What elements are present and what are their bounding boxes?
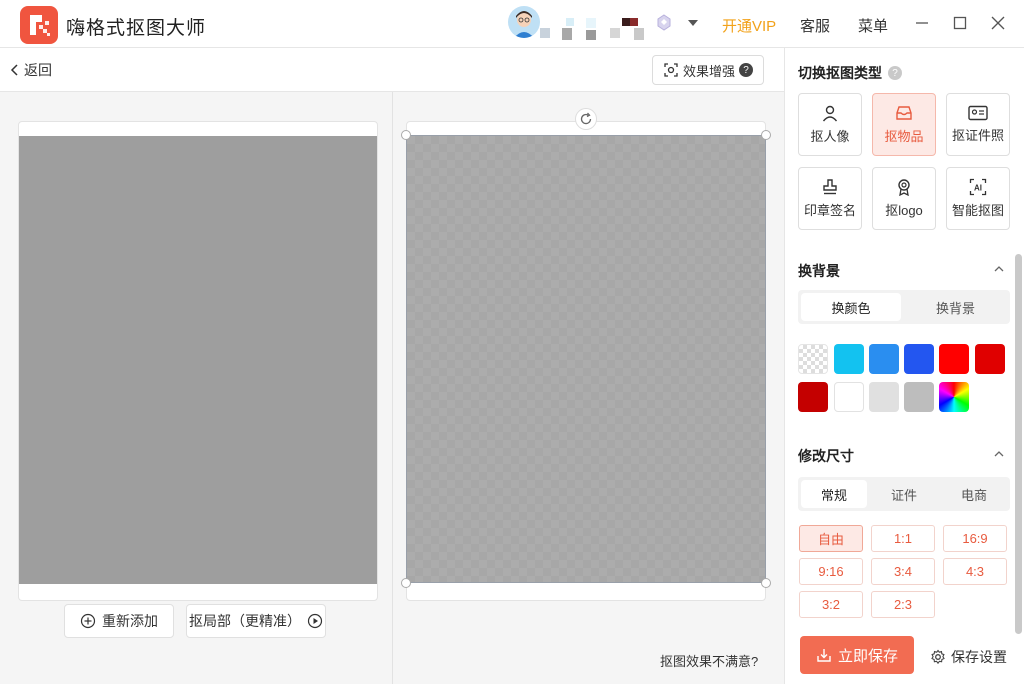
- original-image-card: [18, 121, 378, 601]
- swatch-gray[interactable]: [904, 382, 934, 412]
- swatch-light-blue[interactable]: [869, 344, 899, 374]
- id-card-icon: [968, 105, 988, 121]
- chevron-up-icon[interactable]: [994, 264, 1004, 274]
- cutout-type-stamp[interactable]: 印章签名: [798, 167, 862, 230]
- gear-icon: [931, 649, 945, 665]
- swatch-transparent[interactable]: [798, 344, 828, 374]
- swatch-light-gray[interactable]: [869, 382, 899, 412]
- rotate-icon[interactable]: [575, 108, 597, 130]
- size-9-16[interactable]: 9:16: [799, 558, 863, 585]
- tab-general[interactable]: 常规: [801, 480, 867, 508]
- menu-link[interactable]: 菜单: [858, 15, 888, 36]
- help-icon[interactable]: ?: [739, 63, 753, 77]
- play-circle-icon: [307, 613, 323, 629]
- ai-icon: AI: [969, 178, 987, 196]
- save-settings-button[interactable]: 保存设置: [930, 647, 1007, 667]
- back-button[interactable]: 返回: [10, 60, 52, 80]
- cutout-type-label: 智能抠图: [951, 203, 1004, 218]
- download-icon: [817, 649, 831, 662]
- open-vip-link[interactable]: 开通VIP: [722, 15, 776, 36]
- cutout-type-label: 抠人像: [810, 129, 850, 144]
- swatch-blue[interactable]: [904, 344, 934, 374]
- size-3-2[interactable]: 3:2: [799, 591, 863, 618]
- cutout-type-label: 印章签名: [803, 203, 856, 218]
- resize-handle-bottom-right[interactable]: [761, 578, 771, 588]
- svg-text:AI: AI: [974, 184, 982, 193]
- unsatisfied-link[interactable]: 抠图效果不满意?: [660, 651, 758, 670]
- person-icon: [822, 105, 838, 122]
- cutout-type-label: 抠物品: [884, 129, 924, 144]
- vip-badge-icon: [656, 14, 672, 32]
- panel-scrollbar[interactable]: [1015, 254, 1022, 634]
- cutout-type-title-text: 切换抠图类型: [798, 65, 882, 81]
- help-icon[interactable]: ?: [888, 66, 902, 80]
- cutout-type-label: 抠证件照: [951, 128, 1004, 143]
- swatch-white[interactable]: [834, 382, 864, 412]
- size-16-9[interactable]: 16:9: [943, 525, 1007, 552]
- cutout-type-logo[interactable]: 抠logo: [872, 167, 936, 230]
- cutout-type-title: 切换抠图类型 ?: [798, 63, 902, 83]
- swatch-red[interactable]: [939, 344, 969, 374]
- background-title: 换背景: [798, 263, 840, 279]
- cutout-type-id-photo[interactable]: 抠证件照: [946, 93, 1010, 156]
- partial-cutout-button[interactable]: 抠局部（更精准）: [186, 604, 326, 638]
- background-tabs: 换颜色 换背景: [798, 290, 1010, 324]
- plus-circle-icon: [80, 613, 96, 629]
- title-bar: 嗨格式抠图大师 开通VIP 客服 菜单: [0, 0, 1024, 48]
- cutout-type-smart[interactable]: AI 智能抠图: [946, 167, 1010, 230]
- cutout-type-label: 抠logo: [885, 203, 923, 218]
- tab-change-color[interactable]: 换颜色: [801, 293, 901, 321]
- tab-ecommerce[interactable]: 电商: [941, 480, 1007, 508]
- size-title: 修改尺寸: [798, 448, 854, 464]
- size-tabs: 常规 证件 电商: [798, 477, 1010, 511]
- original-image: [19, 136, 377, 584]
- re-add-button[interactable]: 重新添加: [64, 604, 174, 638]
- size-2-3[interactable]: 2:3: [871, 591, 935, 618]
- re-add-label: 重新添加: [102, 613, 158, 629]
- size-3-4[interactable]: 3:4: [871, 558, 935, 585]
- swatch-crimson[interactable]: [798, 382, 828, 412]
- resize-handle-top-right[interactable]: [761, 130, 771, 140]
- size-1-1[interactable]: 1:1: [871, 525, 935, 552]
- cutout-type-portrait[interactable]: 抠人像: [798, 93, 862, 156]
- badge-icon: [898, 179, 910, 196]
- back-label: 返回: [24, 62, 52, 78]
- box-icon: [896, 106, 912, 120]
- workspace-divider: [392, 92, 393, 684]
- chevron-up-icon[interactable]: [994, 449, 1004, 459]
- account-dropdown-icon[interactable]: [688, 20, 698, 26]
- chevron-left-icon: [10, 64, 18, 76]
- minimize-icon[interactable]: [912, 12, 932, 34]
- save-now-button[interactable]: 立即保存: [800, 636, 914, 674]
- tab-id[interactable]: 证件: [870, 480, 938, 508]
- swatch-cyan[interactable]: [834, 344, 864, 374]
- save-now-label: 立即保存: [837, 647, 898, 665]
- resize-handle-bottom-left[interactable]: [401, 578, 411, 588]
- cutout-type-object[interactable]: 抠物品: [872, 93, 936, 156]
- scan-enhance-icon: [664, 63, 678, 77]
- swatch-custom-color[interactable]: [939, 382, 969, 412]
- enhance-button[interactable]: 效果增强 ?: [652, 55, 764, 85]
- save-settings-label: 保存设置: [951, 649, 1007, 665]
- enhance-label: 效果增强: [682, 63, 735, 79]
- resize-handle-top-left[interactable]: [401, 130, 411, 140]
- user-avatar[interactable]: [508, 6, 540, 38]
- toolbar: 返回 效果增强 ?: [0, 48, 784, 92]
- partial-cutout-label: 抠局部（更精准）: [189, 613, 301, 629]
- maximize-icon[interactable]: [950, 12, 970, 34]
- size-4-3[interactable]: 4:3: [943, 558, 1007, 585]
- close-icon[interactable]: [988, 12, 1008, 34]
- stamp-icon: [823, 179, 837, 195]
- size-free[interactable]: 自由: [799, 525, 863, 552]
- app-logo-icon: [20, 6, 58, 44]
- swatch-red-dark[interactable]: [975, 344, 1005, 374]
- result-image[interactable]: [406, 135, 766, 583]
- tab-change-background[interactable]: 换背景: [904, 293, 1007, 321]
- app-title: 嗨格式抠图大师: [66, 18, 207, 39]
- customer-service-link[interactable]: 客服: [800, 15, 830, 36]
